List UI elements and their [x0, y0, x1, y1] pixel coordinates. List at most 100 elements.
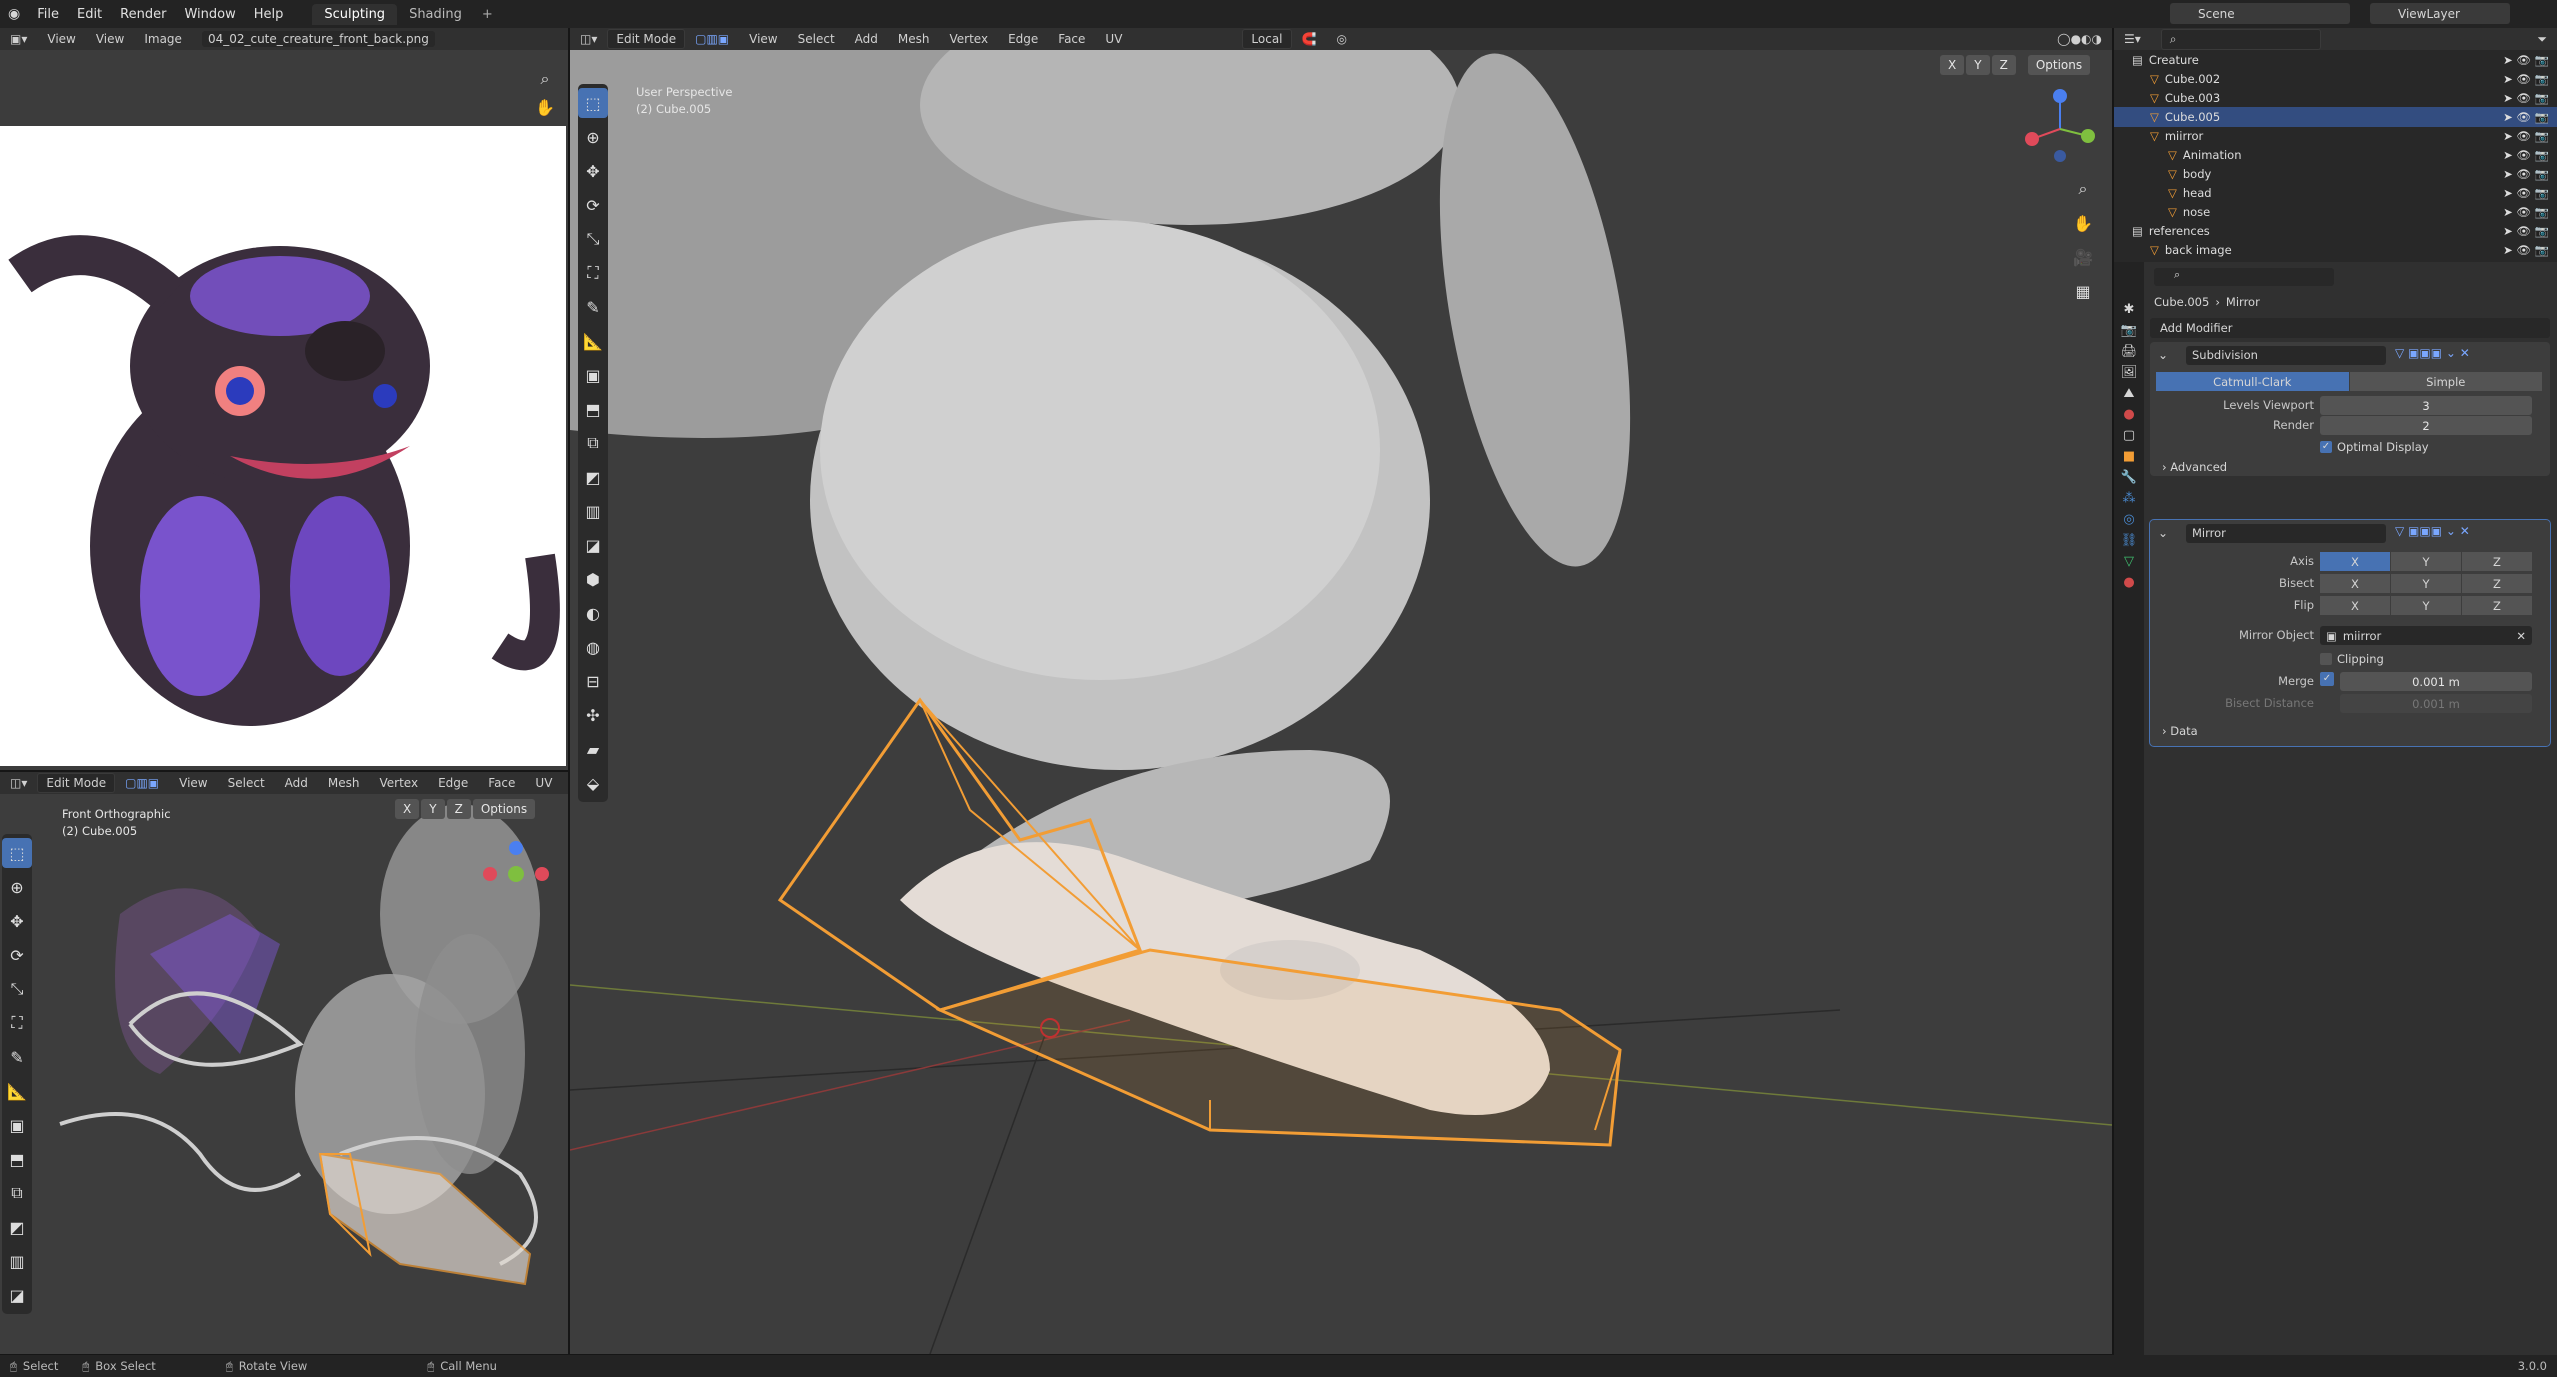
optimal-display-checkbox[interactable]: ✓ Optimal Display — [2320, 440, 2429, 454]
front-mode-select[interactable]: Edit Mode — [37, 773, 116, 793]
clear-icon[interactable]: ✕ — [2516, 629, 2532, 643]
visibility-icons[interactable]: ➤ 👁 📷 — [2503, 53, 2549, 67]
shrink-fatten-icon[interactable]: ✣ — [578, 700, 608, 730]
visibility-icons[interactable]: ➤ 👁 📷 — [2503, 167, 2549, 181]
shear-icon[interactable]: ▰ — [578, 734, 608, 764]
image-filename[interactable]: 04_02_cute_creature_front_back.png — [201, 31, 435, 47]
view-layer-tab-icon[interactable]: 🖼 — [2121, 365, 2138, 380]
output-tab-icon[interactable]: 🖨 — [2121, 344, 2138, 359]
visibility-icons[interactable]: ➤ 👁 📷 — [2503, 110, 2549, 124]
flip-x-toggle[interactable]: X — [2320, 596, 2390, 615]
add-workspace-icon[interactable]: + — [474, 7, 501, 22]
main-menu-uv[interactable]: UV — [1095, 32, 1132, 46]
cursor-icon[interactable]: ⊕ — [2, 872, 32, 902]
mirror-name-field[interactable]: Mirror — [2186, 524, 2386, 543]
inset-icon[interactable]: ⧉ — [2, 1178, 32, 1208]
data-tab-icon[interactable]: ▽ — [2124, 554, 2134, 569]
main-mode-select[interactable]: Edit Mode — [607, 29, 686, 49]
transform-icon[interactable]: ⛶ — [2, 1008, 32, 1038]
menu-render[interactable]: Render — [111, 7, 175, 22]
render-levels-field[interactable]: 2 — [2320, 416, 2532, 435]
main-menu-face[interactable]: Face — [1048, 32, 1095, 46]
front-view-viewport[interactable]: Front Orthographic (2) Cube.005 X Y Z Op… — [0, 794, 568, 1354]
poly-build-icon[interactable]: ⬢ — [578, 564, 608, 594]
modifier-visibility-icons[interactable]: ▽ ▣▣▣ ⌄ ✕ — [2395, 346, 2470, 360]
scale-icon[interactable]: ⤡ — [2, 974, 32, 1004]
tab-shading[interactable]: Shading — [397, 4, 474, 25]
menu-edit[interactable]: Edit — [68, 7, 111, 22]
front-menu-add[interactable]: Add — [275, 776, 318, 790]
add-cube-icon[interactable]: ▣ — [2, 1110, 32, 1140]
outliner-row[interactable]: ▽ miirror ➤ 👁 📷 — [2114, 126, 2557, 146]
move-icon[interactable]: ✥ — [2, 906, 32, 936]
front-mirror-y[interactable]: Y — [421, 799, 445, 819]
viewport-shading-icons[interactable]: ◯●◐◑ — [2047, 32, 2112, 46]
material-tab-icon[interactable]: ● — [2123, 575, 2134, 590]
physics-tab-icon[interactable]: ◎ — [2123, 512, 2134, 527]
main-menu-view[interactable]: View — [739, 32, 787, 46]
main-viewport[interactable]: User Perspective (2) Cube.005 X Y Z Opti… — [570, 50, 2112, 1354]
move-icon[interactable]: ✥ — [578, 156, 608, 186]
front-menu-select[interactable]: Select — [218, 776, 275, 790]
extrude-icon[interactable]: ⬒ — [578, 394, 608, 424]
outliner-row[interactable]: ▽ head ➤ 👁 📷 — [2114, 183, 2557, 203]
outliner-row[interactable]: ▽ body ➤ 👁 📷 — [2114, 164, 2557, 184]
zoom-icon[interactable]: ⌕ — [2068, 174, 2098, 204]
bevel-icon[interactable]: ◩ — [2, 1212, 32, 1242]
scene-selector[interactable]: Scene — [2170, 3, 2350, 24]
menu-file[interactable]: File — [28, 7, 68, 22]
menu-window[interactable]: Window — [175, 7, 244, 22]
collapse-chevron-icon[interactable]: ⌄ — [2158, 348, 2168, 362]
front-nav-gizmo[interactable] — [476, 838, 556, 902]
add-cube-icon[interactable]: ▣ — [578, 360, 608, 390]
knife-icon[interactable]: ◪ — [2, 1280, 32, 1310]
main-menu-select[interactable]: Select — [788, 32, 845, 46]
snap-icon[interactable]: 🧲 — [1292, 32, 1327, 46]
cursor-icon[interactable]: ⊕ — [578, 122, 608, 152]
main-options-button[interactable]: Options — [2027, 55, 2091, 75]
outliner-row[interactable]: ▽ nose ➤ 👁 📷 — [2114, 202, 2557, 222]
collection-tab-icon[interactable]: ▢ — [2123, 428, 2135, 443]
main-menu-mesh[interactable]: Mesh — [888, 32, 940, 46]
view-menu[interactable]: View — [86, 32, 134, 46]
outliner-row[interactable]: ▽ Cube.003 ➤ 👁 📷 — [2114, 88, 2557, 108]
outliner-row[interactable]: ▤ references ➤ 👁 📷 — [2114, 221, 2557, 241]
properties-search[interactable]: ⌕ — [2154, 268, 2334, 286]
scene-tab-icon[interactable]: ⛰ — [2124, 386, 2135, 401]
image-menu[interactable]: Image — [134, 32, 192, 46]
bevel-icon[interactable]: ◩ — [578, 462, 608, 492]
front-menu-vertex[interactable]: Vertex — [369, 776, 428, 790]
levels-viewport-field[interactable]: 3 — [2320, 396, 2532, 415]
knife-icon[interactable]: ◪ — [578, 530, 608, 560]
visibility-icons[interactable]: ➤ 👁 📷 — [2503, 243, 2549, 257]
main-nav-gizmo[interactable] — [2020, 84, 2100, 168]
select-mode-icons[interactable]: ▢▥▣ — [685, 32, 739, 46]
visibility-icons[interactable]: ➤ 👁 📷 — [2503, 205, 2549, 219]
measure-icon[interactable]: 📐 — [2, 1076, 32, 1106]
flip-y-toggle[interactable]: Y — [2391, 596, 2461, 615]
visibility-icons[interactable]: ➤ 👁 📷 — [2503, 186, 2549, 200]
tool-tab-icon[interactable]: ✱ — [2124, 302, 2135, 317]
bisect-y-toggle[interactable]: Y — [2391, 574, 2461, 593]
axis-z-toggle[interactable]: Z — [2462, 552, 2532, 571]
rip-icon[interactable]: ⬙ — [578, 768, 608, 798]
main-mirror-x[interactable]: X — [1940, 55, 1965, 75]
world-tab-icon[interactable]: ● — [2123, 407, 2134, 422]
annotate-icon[interactable]: ✎ — [2, 1042, 32, 1072]
subdivision-name-field[interactable]: Subdivision — [2186, 346, 2386, 365]
visibility-icons[interactable]: ➤ 👁 📷 — [2503, 91, 2549, 105]
simple-button[interactable]: Simple — [2349, 372, 2542, 391]
editor-type-icon[interactable]: ▣▾ — [0, 32, 37, 46]
visibility-icons[interactable]: ➤ 👁 📷 — [2503, 72, 2549, 86]
modifier-tab-icon[interactable]: 🔧 — [2121, 470, 2137, 485]
loopcut-icon[interactable]: ▥ — [2, 1246, 32, 1276]
collapse-chevron-icon[interactable]: ⌄ — [2158, 526, 2168, 540]
grid-icon[interactable]: ▦ — [2068, 276, 2098, 306]
editor-type-icon[interactable]: ☰▾ — [2114, 32, 2151, 46]
front-menu-edge[interactable]: Edge — [428, 776, 478, 790]
rotate-icon[interactable]: ⟳ — [578, 190, 608, 220]
outliner-row[interactable]: ▽ Cube.005 ➤ 👁 📷 — [2114, 107, 2557, 127]
inset-icon[interactable]: ⧉ — [578, 428, 608, 458]
image-editor-canvas[interactable]: ⌕ ✋ — [0, 50, 568, 770]
menu-help[interactable]: Help — [245, 7, 293, 22]
